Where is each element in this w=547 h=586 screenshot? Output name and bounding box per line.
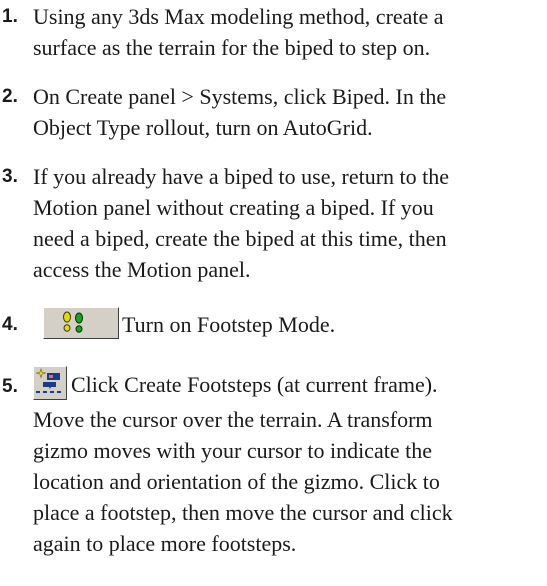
step-text-line: Motion panel without creating a biped. I… <box>33 195 434 220</box>
step-text-line: Object Type rollout, turn on AutoGrid. <box>33 115 373 140</box>
footstep-mode-icon <box>43 306 119 339</box>
step-text-line: Move the cursor over the terrain. A tran… <box>33 406 433 432</box>
step-1: 1. Using any 3ds Max modeling method, cr… <box>0 1 444 63</box>
create-footsteps-icon <box>33 365 67 400</box>
step-text-line: Using any 3ds Max modeling method, creat… <box>33 4 444 29</box>
step-2: 2. On Create panel > Systems, click Bipe… <box>0 81 446 143</box>
step-text-line: Turn on Footstep Mode. <box>122 312 336 337</box>
step-number: 3. <box>2 166 18 187</box>
step-text-line: location and orientation of the gizmo. C… <box>33 468 440 494</box>
step-text-line: need a biped, create the biped at this t… <box>33 226 447 251</box>
step-text-line: Click Create Footsteps (at current frame… <box>71 372 438 397</box>
step-4: 4. Turn on Footstep Mode. <box>0 305 335 343</box>
step-text-line: place a footstep, then move the cursor a… <box>33 499 453 525</box>
step-text-line: gizmo moves with your cursor to indicate… <box>33 437 432 463</box>
step-text-line: surface as the terrain for the biped to … <box>33 35 431 60</box>
step-text-line: On Create panel > Systems, click Biped. … <box>33 84 447 109</box>
step-3: 3. If you already have a biped to use, r… <box>0 161 449 285</box>
step-number: 1. <box>2 6 18 27</box>
step-5: 5. Click Create Footsteps (at current fr… <box>0 365 453 559</box>
step-number: 2. <box>2 86 18 107</box>
step-text-line: access the Motion panel. <box>33 257 251 282</box>
step-number: 5. <box>2 376 18 397</box>
step-text-line: again to place more footsteps. <box>33 530 297 556</box>
step-text-line: If you already have a biped to use, retu… <box>33 164 450 189</box>
step-number: 4. <box>2 314 18 335</box>
